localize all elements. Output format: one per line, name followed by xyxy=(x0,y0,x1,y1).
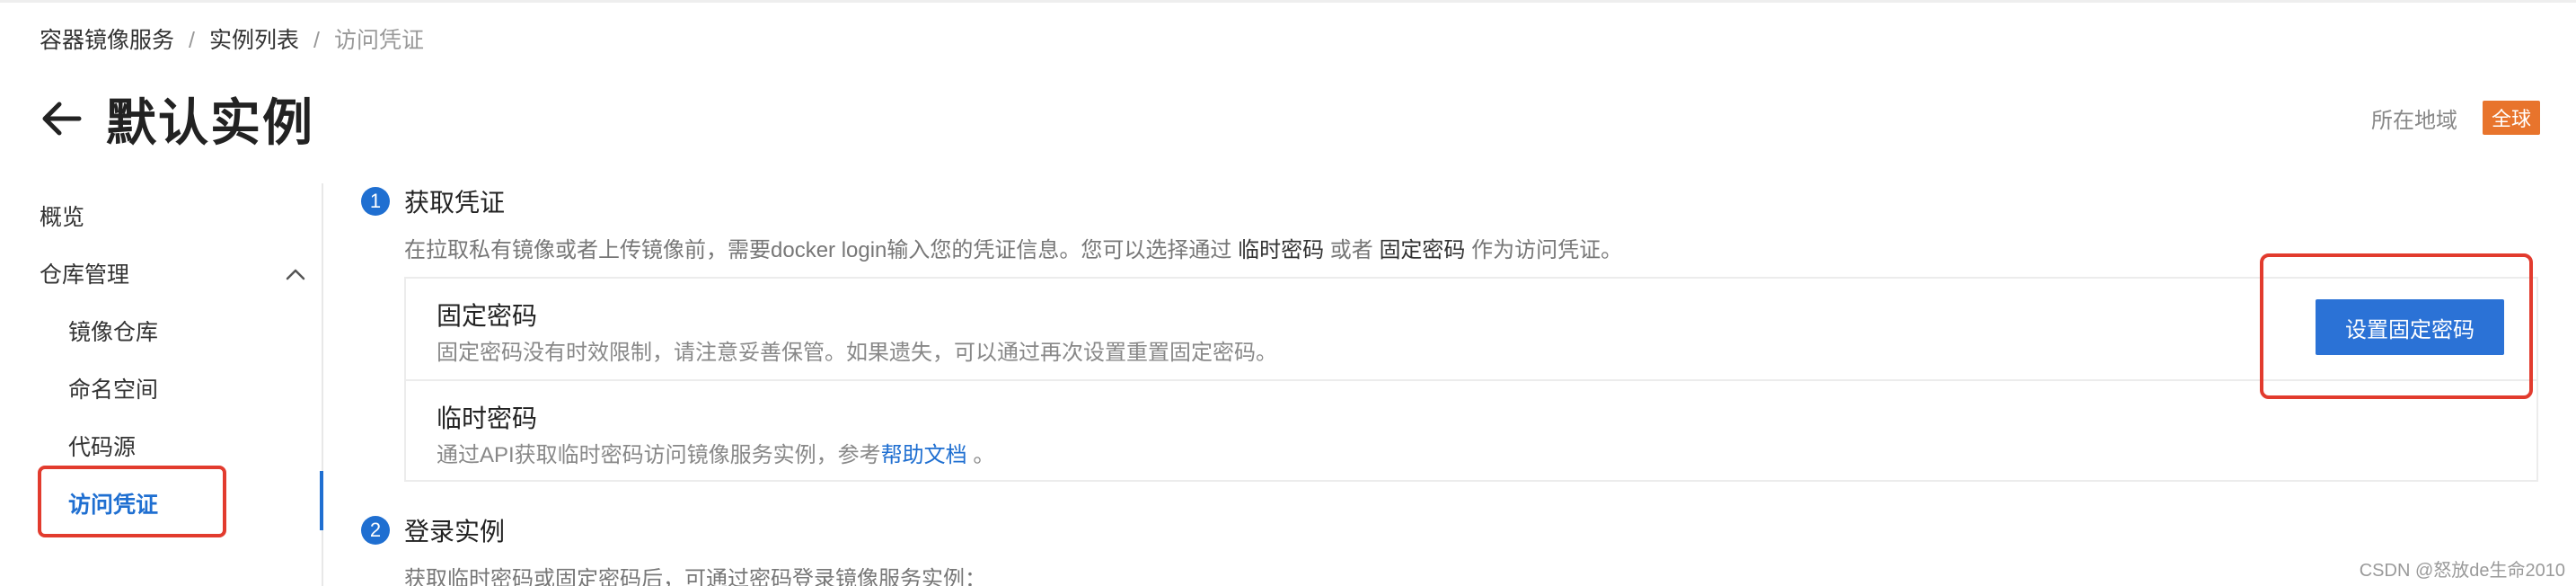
watermark: CSDN @怒放de生命2010 xyxy=(2359,561,2565,581)
page-title: 默认实例 xyxy=(106,93,314,151)
sidebar-item-overview[interactable]: 概览 xyxy=(40,200,84,232)
step-title: 登录实例 xyxy=(404,518,506,546)
desc-text: 作为访问凭证。 xyxy=(1471,238,1623,262)
region-label: 所在地域 xyxy=(2370,108,2457,133)
step-description: 在拉取私有镜像或者上传镜像前，需要docker login输入您的凭证信息。您可… xyxy=(404,232,1622,263)
step-login-instance: 2 登录实例 xyxy=(361,512,505,548)
desc-text: 或者 xyxy=(1329,238,1373,262)
step-get-credential: 1 获取凭证 xyxy=(361,183,505,219)
region-indicator: 所在地域 全球 xyxy=(2371,101,2540,135)
breadcrumb-current: 访问凭证 xyxy=(333,28,424,53)
fixed-password-description: 固定密码没有时效限制，请注意妥善保管。如果遗失，可以通过再次设置重置固定密码。 xyxy=(437,341,1277,365)
step-number: 1 xyxy=(361,187,390,216)
desc-text: 在拉取私有镜像或者上传镜像前，需要docker login输入您的凭证信息。您可… xyxy=(404,238,1232,262)
sidebar-item-code-source[interactable]: 代码源 xyxy=(68,430,136,462)
arrow-left-icon[interactable] xyxy=(36,93,86,144)
page-header: 默认实例 xyxy=(36,86,314,151)
desc-text: 。 xyxy=(973,443,995,467)
breadcrumb-separator: / xyxy=(189,28,195,53)
sidebar-item-namespace[interactable]: 命名空间 xyxy=(68,372,158,404)
desc-text: 通过API获取临时密码访问镜像服务实例，参考 xyxy=(437,443,881,467)
help-doc-link[interactable]: 帮助文档 xyxy=(881,443,967,467)
breadcrumb: 容器镜像服务 / 实例列表 / 访问凭证 xyxy=(40,25,424,56)
breadcrumb-container-registry[interactable]: 容器镜像服务 xyxy=(40,28,174,53)
desc-temp-password: 临时密码 xyxy=(1238,238,1325,262)
step-number: 2 xyxy=(361,516,390,545)
step-description: 获取临时密码或固定密码后，可通过密码登录镜像服务实例： xyxy=(404,567,986,586)
desc-fixed-password: 固定密码 xyxy=(1379,238,1466,262)
highlight-box-button xyxy=(2260,253,2533,399)
sidebar-group-repo-management[interactable]: 仓库管理 xyxy=(40,257,305,289)
breadcrumb-separator: / xyxy=(313,28,320,53)
region-badge[interactable]: 全球 xyxy=(2482,101,2540,135)
sidebar-item-image-repo[interactable]: 镜像仓库 xyxy=(68,315,158,347)
temp-password-description: 通过API获取临时密码访问镜像服务实例，参考帮助文档 。 xyxy=(437,437,994,468)
step-title: 获取凭证 xyxy=(404,189,506,217)
credential-panel: 固定密码 固定密码没有时效限制，请注意妥善保管。如果遗失，可以通过再次设置重置固… xyxy=(404,277,2538,482)
panel-divider xyxy=(406,379,2536,381)
breadcrumb-instance-list[interactable]: 实例列表 xyxy=(209,28,299,53)
active-indicator xyxy=(320,471,323,530)
chevron-up-icon[interactable] xyxy=(286,261,305,287)
highlight-box-sidebar xyxy=(38,466,226,537)
top-border xyxy=(0,0,2576,3)
temp-password-title: 临时密码 xyxy=(437,404,538,432)
sidebar-group-label: 仓库管理 xyxy=(40,262,130,288)
fixed-password-title: 固定密码 xyxy=(437,302,538,330)
